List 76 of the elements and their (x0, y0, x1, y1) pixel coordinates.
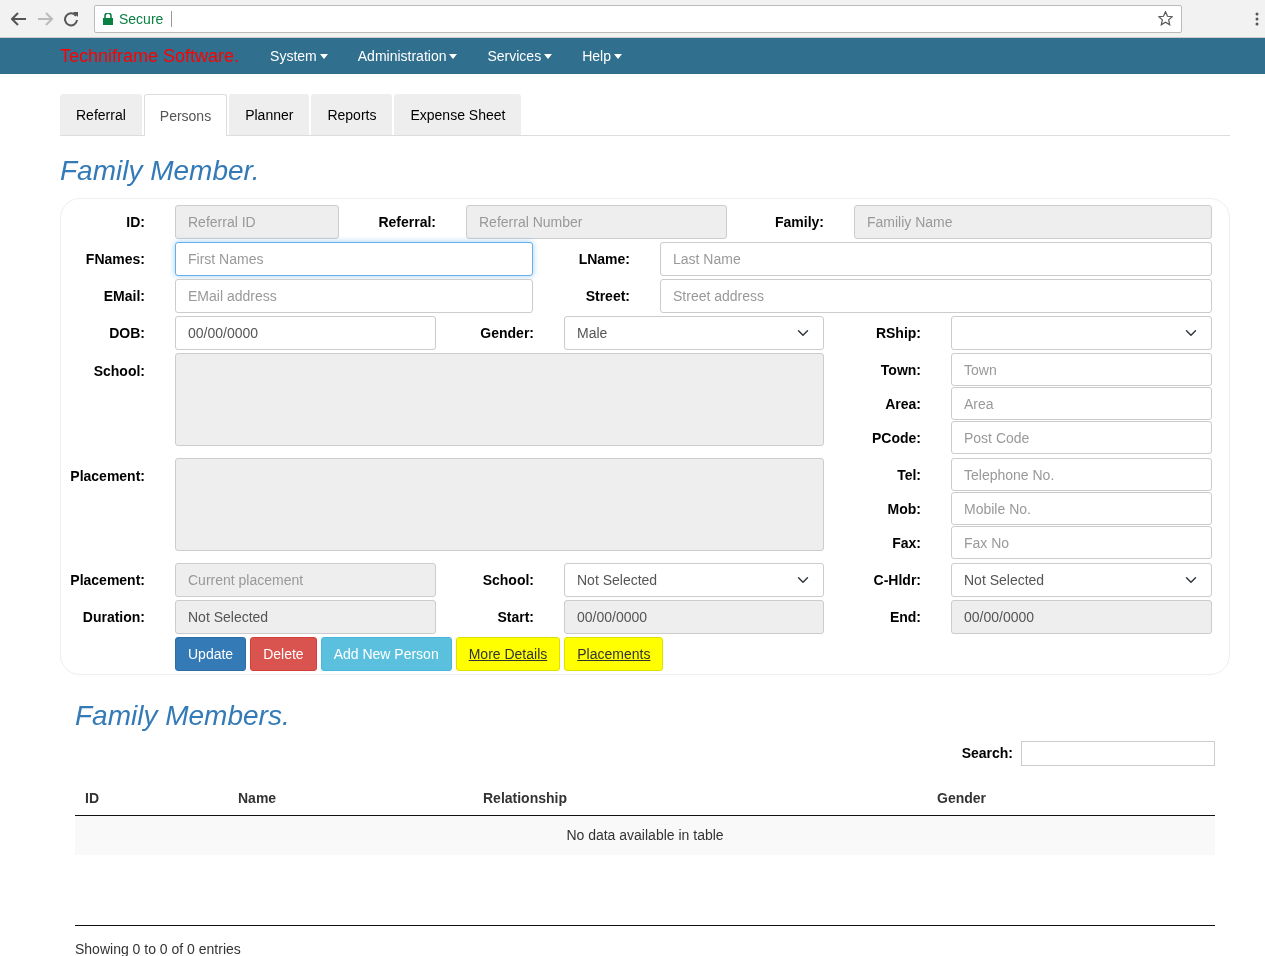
field-label: Start: (496, 607, 535, 627)
nav-menu[interactable]: Services (487, 45, 553, 67)
action-button[interactable]: Delete (250, 637, 317, 671)
input-field[interactable]: Area (951, 387, 1212, 420)
field-label: FNames: (84, 249, 146, 269)
field-label: Referral: (377, 212, 437, 232)
field-label: Fax: (891, 533, 922, 553)
tab[interactable]: Persons (143, 94, 228, 136)
input-field[interactable]: Street address (660, 279, 1212, 313)
empty-message: No data available in table (75, 815, 1215, 855)
field-label: C-Hldr: (872, 570, 922, 590)
nav-menu[interactable]: Help (582, 45, 622, 67)
input-field[interactable]: Mobile No. (951, 492, 1212, 525)
field-label: Area: (884, 394, 922, 414)
field-label: Family: (774, 212, 825, 232)
star-icon[interactable] (1158, 11, 1173, 26)
field-label: Gender: (479, 323, 535, 343)
search-label: Search: (961, 744, 1013, 763)
column-header[interactable]: Name (228, 782, 473, 816)
select-field[interactable]: Not Selected (951, 563, 1212, 597)
search-field[interactable] (1021, 741, 1215, 766)
form-title: Family Member. (60, 154, 261, 188)
select-field[interactable] (951, 316, 1212, 350)
field-label: PCode: (871, 428, 922, 448)
input-field[interactable]: Last Name (660, 242, 1212, 276)
field-label: End: (888, 607, 922, 627)
field-label: ID: (125, 212, 146, 232)
field-label: Tel: (896, 465, 922, 485)
field-label: Placement: (69, 467, 146, 486)
link-button[interactable]: Placements (564, 637, 664, 671)
lock-icon (103, 12, 113, 25)
text-area[interactable] (175, 458, 824, 551)
caret-icon (319, 53, 328, 59)
input-field[interactable]: Telephone No. (951, 458, 1212, 491)
input-field[interactable]: Fax No (951, 526, 1212, 559)
tab[interactable]: Expense Sheet (394, 94, 522, 135)
nav-menu[interactable]: System (270, 45, 328, 67)
tab[interactable]: Planner (229, 94, 310, 135)
select-field[interactable]: Male (564, 316, 824, 350)
input-field[interactable]: Town (951, 353, 1212, 386)
caret-icon (544, 53, 553, 59)
input-field[interactable]: 00/00/0000 (175, 316, 436, 350)
reload-icon[interactable] (63, 10, 79, 27)
caret-icon (613, 53, 622, 59)
field-label: Street: (584, 286, 631, 306)
section-title: Family Members. (75, 699, 291, 733)
field-label: Placement: (69, 570, 146, 590)
secure-label: Secure (119, 10, 173, 27)
link-button[interactable]: More Details (455, 637, 561, 671)
forward-arrow-icon[interactable] (37, 11, 53, 26)
field-label: DOB: (108, 323, 146, 343)
input-field[interactable]: EMail address (175, 279, 533, 313)
input-field[interactable]: Post Code (951, 421, 1212, 454)
action-button[interactable]: Update (175, 637, 247, 671)
tab[interactable]: Reports (311, 94, 393, 135)
text-area[interactable] (175, 353, 824, 446)
field-label: RShip: (874, 323, 922, 343)
field-label: EMail: (102, 286, 146, 306)
nav-menu[interactable]: Administration (357, 45, 458, 67)
menu-icon[interactable] (1255, 11, 1259, 26)
field-label: School: (92, 362, 146, 381)
caret-icon (449, 53, 458, 59)
column-header[interactable]: ID (75, 782, 228, 816)
field-label: School: (481, 570, 535, 590)
table-info: Showing 0 to 0 of 0 entries (75, 940, 242, 956)
column-header[interactable]: Gender (927, 782, 1215, 816)
field-label: LName: (577, 249, 631, 269)
column-header[interactable]: Relationship (473, 782, 927, 816)
field-label: Town: (879, 360, 922, 380)
address-bar[interactable]: Secure (94, 4, 1182, 33)
tab[interactable]: Referral (60, 94, 142, 135)
field-label: Mob: (886, 499, 922, 519)
field-label: Duration: (81, 607, 146, 627)
back-arrow-icon[interactable] (11, 11, 27, 26)
input-field[interactable]: First Names (175, 242, 533, 276)
select-field[interactable]: Not Selected (564, 563, 824, 597)
